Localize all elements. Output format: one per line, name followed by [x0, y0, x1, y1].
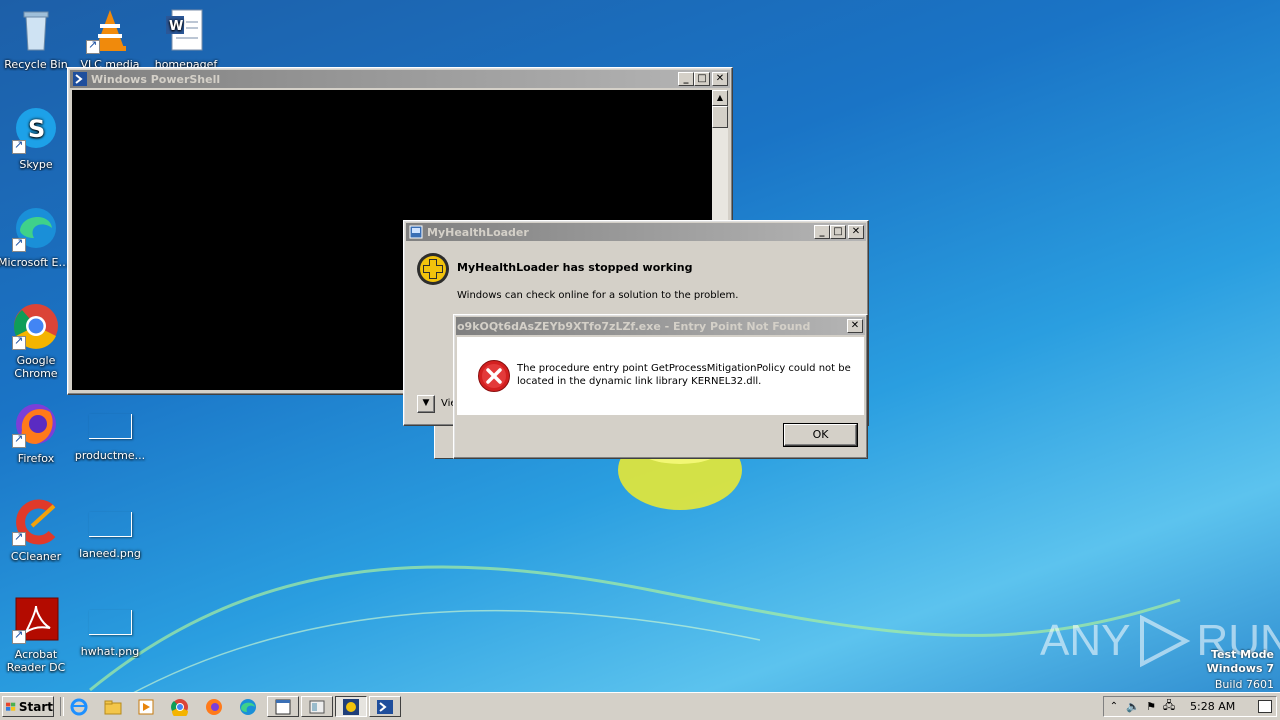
- crash-heading: MyHealthLoader has stopped working: [457, 261, 693, 274]
- powershell-title: Windows PowerShell: [91, 72, 221, 86]
- quicklaunch-chrome[interactable]: [165, 696, 195, 717]
- entry-point-error-dialog[interactable]: o9kOQt6dAsZEYb9XTfo7zLZf.exe - Entry Poi…: [453, 314, 868, 459]
- chrome-icon: [12, 302, 60, 350]
- network-icon[interactable]: 🖧: [1160, 697, 1178, 716]
- close-button[interactable]: ✕: [848, 225, 864, 239]
- windows-logo-icon: [6, 702, 16, 711]
- test-mode-line2: Windows 7: [1206, 662, 1274, 675]
- desktop-icon-recycle-bin[interactable]: Recycle Bin: [0, 6, 74, 71]
- media-player-icon: [138, 699, 154, 714]
- crash-message: Windows can check online for a solution …: [457, 290, 739, 301]
- action-center-flag-icon[interactable]: ⚑: [1142, 700, 1160, 713]
- desktop-icon-skype[interactable]: S Skype: [0, 106, 74, 171]
- watermark-any: ANY: [1040, 616, 1131, 665]
- svg-text:S: S: [28, 115, 45, 143]
- start-label: Start: [18, 699, 53, 714]
- shortcut-arrow-icon: [86, 38, 100, 54]
- app-window-icon: [343, 698, 359, 715]
- desktop-icon-laneed[interactable]: laneed.png: [72, 498, 148, 560]
- error-x-icon: [478, 360, 510, 392]
- svg-text:W: W: [169, 19, 183, 34]
- desktop-icon-ccleaner[interactable]: CCleaner: [0, 498, 74, 563]
- desktop-icon-vlc[interactable]: VLC media: [72, 6, 148, 71]
- desktop-icon-firefox[interactable]: Firefox: [0, 400, 74, 465]
- taskbar-window-2[interactable]: [301, 696, 333, 717]
- quicklaunch-explorer[interactable]: [98, 696, 128, 717]
- ok-button[interactable]: OK: [783, 423, 858, 447]
- desktop-icon-homepagef[interactable]: W homepagef: [148, 6, 224, 71]
- recycle-bin-icon: [12, 6, 60, 54]
- shortcut-arrow-icon: [12, 628, 26, 644]
- desktop-icon-acrobat[interactable]: Acrobat Reader DC: [0, 596, 74, 674]
- minimize-button[interactable]: _: [814, 225, 830, 239]
- maximize-button[interactable]: □: [830, 225, 846, 239]
- quicklaunch-edge[interactable]: [233, 696, 263, 717]
- powershell-icon: [377, 699, 393, 714]
- blank-file-icon: [88, 512, 132, 537]
- crash-dialog-title: MyHealthLoader: [427, 225, 529, 239]
- test-mode-line3: Build 7601: [1214, 678, 1274, 691]
- show-desktop-button[interactable]: [1258, 700, 1272, 713]
- minimize-button[interactable]: _: [678, 72, 694, 86]
- shortcut-arrow-icon: [12, 334, 26, 350]
- quicklaunch-ie[interactable]: [64, 696, 94, 717]
- error-dialog-titlebar[interactable]: o9kOQt6dAsZEYb9XTfo7zLZf.exe - Entry Poi…: [456, 317, 865, 335]
- app-error-shield-icon: [417, 253, 449, 285]
- taskbar-powershell[interactable]: [369, 696, 401, 717]
- scroll-up-arrow-icon[interactable]: ▲: [712, 90, 728, 106]
- ccleaner-icon: [12, 498, 60, 546]
- window-app-icon: [309, 700, 325, 713]
- vlc-cone-icon: [86, 6, 134, 54]
- error-message-line2: located in the dynamic link library KERN…: [517, 376, 762, 387]
- word-document-icon: W: [162, 6, 210, 54]
- edge-icon: [12, 204, 60, 252]
- crash-dialog-titlebar[interactable]: MyHealthLoader _ □ ✕: [406, 223, 866, 241]
- firefox-icon: [206, 698, 222, 715]
- taskbar: Start ⌃ 🔈 ⚑ 🖧 5:28 AM: [0, 692, 1280, 720]
- quicklaunch-media-player[interactable]: [131, 696, 161, 717]
- volume-icon[interactable]: 🔈: [1124, 700, 1142, 713]
- play-triangle-icon: [1140, 614, 1191, 668]
- quicklaunch-firefox[interactable]: [199, 696, 229, 717]
- blank-file-icon: [88, 414, 132, 439]
- acrobat-icon: [12, 596, 60, 644]
- close-button[interactable]: ✕: [712, 72, 728, 86]
- error-message-line1: The procedure entry point GetProcessMiti…: [517, 363, 851, 374]
- internet-explorer-icon: [70, 698, 88, 715]
- window-app-icon: [275, 699, 291, 714]
- shortcut-arrow-icon: [12, 236, 26, 252]
- test-mode-line1: Test Mode: [1211, 648, 1274, 661]
- start-button[interactable]: Start: [2, 696, 54, 717]
- shortcut-arrow-icon: [12, 530, 26, 546]
- close-button[interactable]: ✕: [847, 319, 863, 333]
- view-details-toggle[interactable]: ▼: [417, 395, 435, 413]
- shortcut-arrow-icon: [12, 138, 26, 154]
- taskbar-window-3[interactable]: [335, 696, 367, 717]
- taskbar-window-1[interactable]: [267, 696, 299, 717]
- firefox-icon: [12, 400, 60, 448]
- maximize-button[interactable]: □: [694, 72, 710, 86]
- clock[interactable]: 5:28 AM: [1190, 700, 1235, 713]
- powershell-icon: [73, 72, 87, 86]
- skype-icon: S: [12, 106, 60, 154]
- app-window-icon: [409, 225, 423, 239]
- show-hidden-icons-icon[interactable]: ⌃: [1107, 701, 1121, 712]
- desktop-icon-productme[interactable]: productme...: [72, 400, 148, 462]
- scroll-thumb[interactable]: [712, 106, 728, 128]
- edge-icon: [240, 698, 256, 715]
- desktop-icon-chrome[interactable]: Google Chrome: [0, 302, 74, 380]
- error-dialog-title: o9kOQt6dAsZEYb9XTfo7zLZf.exe - Entry Poi…: [457, 319, 811, 333]
- system-tray: ⌃ 🔈 ⚑ 🖧 5:28 AM: [1103, 696, 1277, 717]
- shortcut-arrow-icon: [12, 432, 26, 448]
- powershell-titlebar[interactable]: Windows PowerShell _ □ ✕: [70, 70, 730, 88]
- desktop-icon-edge[interactable]: Microsoft Edge: [0, 204, 74, 269]
- folder-icon: [104, 700, 122, 714]
- chrome-icon: [171, 698, 188, 716]
- blank-file-icon: [88, 610, 132, 635]
- desktop-icon-hwhat[interactable]: hwhat.png: [72, 596, 148, 658]
